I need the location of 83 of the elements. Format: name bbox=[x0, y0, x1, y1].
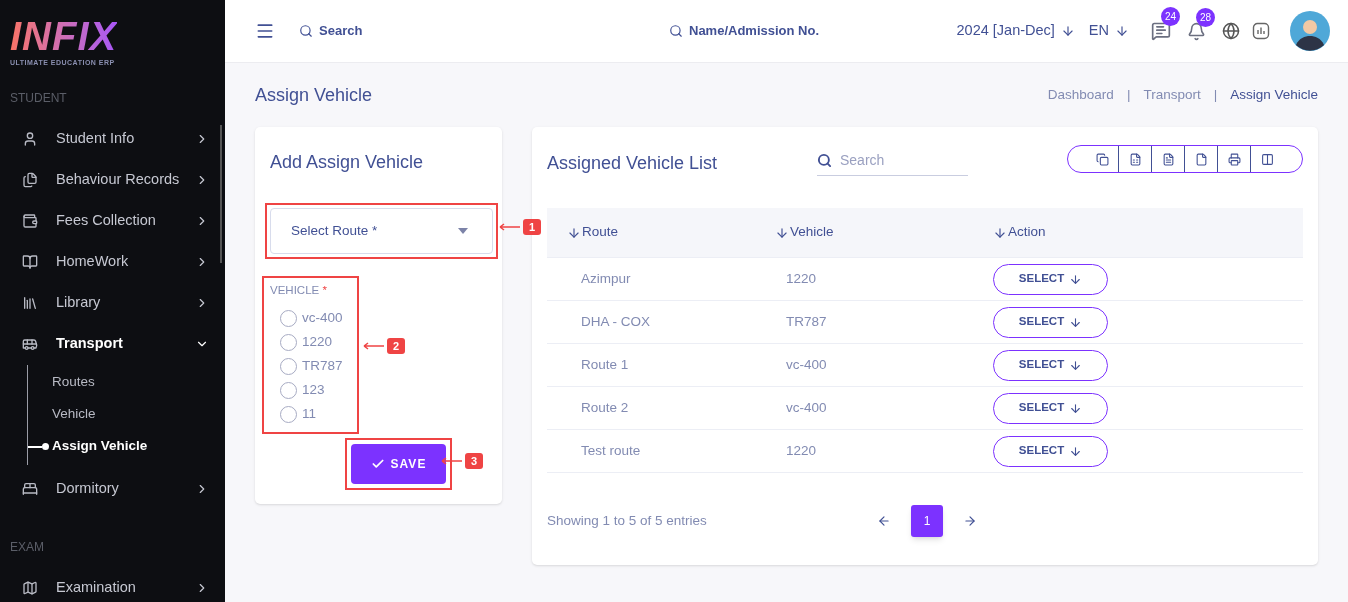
table-cell-text: Azimpur bbox=[581, 269, 632, 288]
message-count-badge: 24 bbox=[1161, 7, 1180, 26]
nav-item[interactable]: Fees Collection bbox=[0, 200, 225, 242]
columns-icon bbox=[1261, 152, 1274, 166]
map-icon bbox=[22, 580, 38, 596]
nav-item[interactable]: Dormitory bbox=[0, 468, 225, 510]
page-button[interactable]: 1 bbox=[911, 505, 943, 537]
table-search-field[interactable]: Search bbox=[840, 149, 950, 171]
nav-item[interactable]: Transport bbox=[0, 323, 225, 365]
table-cell-text: 1220 bbox=[786, 269, 818, 288]
bus-icon bbox=[22, 336, 38, 352]
arrow-down-icon bbox=[1069, 358, 1083, 372]
table-cell-text: vc-400 bbox=[786, 398, 828, 417]
vehicle-radio[interactable]: 1220 bbox=[280, 330, 357, 355]
card-title: Add Assign Vehicle bbox=[270, 151, 425, 174]
vehicle-radio[interactable]: vc-400 bbox=[280, 306, 357, 331]
save-button[interactable]: SAVE bbox=[350, 444, 447, 485]
submenu-item[interactable]: Routes bbox=[52, 372, 95, 393]
arrow-down-icon bbox=[1069, 315, 1083, 329]
arrow-down-icon bbox=[1069, 444, 1083, 458]
section-heading: EXAM bbox=[9, 538, 45, 556]
column-header[interactable]: Vehicle bbox=[775, 222, 993, 243]
route-select[interactable]: Select Route * bbox=[270, 208, 493, 254]
file-icon bbox=[1194, 152, 1208, 166]
globe-icon[interactable] bbox=[1222, 22, 1240, 40]
table-cell-text: DHA - COX bbox=[581, 312, 651, 331]
search-field[interactable]: Search bbox=[319, 21, 469, 41]
card-title: Assigned Vehicle List bbox=[547, 152, 719, 175]
arrow-down-icon bbox=[1069, 401, 1083, 415]
menu-icon[interactable] bbox=[255, 21, 275, 41]
nav-item[interactable]: Behaviour Records bbox=[0, 159, 225, 201]
arrow-down-icon bbox=[1069, 272, 1083, 286]
avatar-icon[interactable] bbox=[1290, 11, 1330, 51]
pointer-arrow-icon bbox=[499, 223, 521, 231]
table-cell-text: Test route bbox=[581, 441, 642, 460]
session-dropdown[interactable]: 2024 [Jan-Dec] bbox=[956, 20, 1075, 42]
book-icon bbox=[22, 254, 38, 270]
breadcrumb-link[interactable]: Assign Vehicle bbox=[1230, 84, 1318, 106]
column-header[interactable]: Route bbox=[567, 222, 775, 243]
table-cell-text: vc-400 bbox=[786, 355, 828, 374]
callout-number: 3 bbox=[465, 453, 484, 469]
student-search-field[interactable]: Name/Admission No. bbox=[689, 21, 859, 41]
submenu-item[interactable]: Assign Vehicle bbox=[52, 436, 148, 457]
callout-number: 1 bbox=[523, 219, 542, 235]
callout-number: 2 bbox=[387, 338, 406, 354]
notification-count-badge: 28 bbox=[1196, 7, 1215, 27]
previous-page-icon[interactable] bbox=[877, 514, 891, 528]
language-dropdown[interactable]: EN bbox=[1088, 20, 1129, 42]
chart-icon[interactable] bbox=[1252, 22, 1270, 40]
field-label: VEHICLE * bbox=[270, 283, 328, 298]
page-title: Assign Vehicle bbox=[255, 83, 373, 107]
chat-icon[interactable] bbox=[1151, 21, 1171, 41]
column-header[interactable]: Action bbox=[993, 222, 1303, 243]
books-icon bbox=[22, 295, 38, 311]
nav-item[interactable]: Library bbox=[0, 282, 225, 324]
table-cell-text: 1220 bbox=[786, 441, 818, 460]
bed-icon bbox=[22, 481, 38, 497]
search-icon bbox=[817, 152, 832, 168]
arrow-down-icon bbox=[1115, 24, 1129, 38]
spreadsheet-icon bbox=[1128, 152, 1142, 166]
documents-icon bbox=[22, 172, 38, 188]
table-cell-text: Route 2 bbox=[581, 398, 630, 417]
breadcrumb-separator: | bbox=[1126, 85, 1131, 104]
table-cell-text: Route 1 bbox=[581, 355, 630, 374]
document-icon bbox=[1161, 152, 1175, 166]
next-page-icon[interactable] bbox=[963, 514, 977, 528]
caret-down-icon bbox=[458, 228, 468, 234]
nav-item[interactable]: Examination bbox=[0, 567, 225, 602]
bell-icon[interactable] bbox=[1187, 21, 1206, 41]
printer-icon bbox=[1227, 152, 1241, 166]
wallet-icon bbox=[22, 213, 38, 229]
pointer-arrow-icon bbox=[363, 342, 385, 350]
table-cell-text: TR787 bbox=[786, 312, 828, 331]
nav-item[interactable]: Student Info bbox=[0, 118, 225, 160]
search-icon bbox=[669, 24, 683, 38]
search-icon bbox=[299, 24, 313, 38]
copy-icon bbox=[1095, 152, 1109, 166]
entries-info: Showing 1 to 5 of 5 entries bbox=[547, 511, 708, 530]
submenu-item[interactable]: Vehicle bbox=[52, 404, 96, 425]
nav-item[interactable]: HomeWork bbox=[0, 241, 225, 283]
section-heading: STUDENT bbox=[9, 89, 68, 107]
person-icon bbox=[22, 131, 38, 147]
breadcrumb-separator: | bbox=[1213, 85, 1218, 104]
